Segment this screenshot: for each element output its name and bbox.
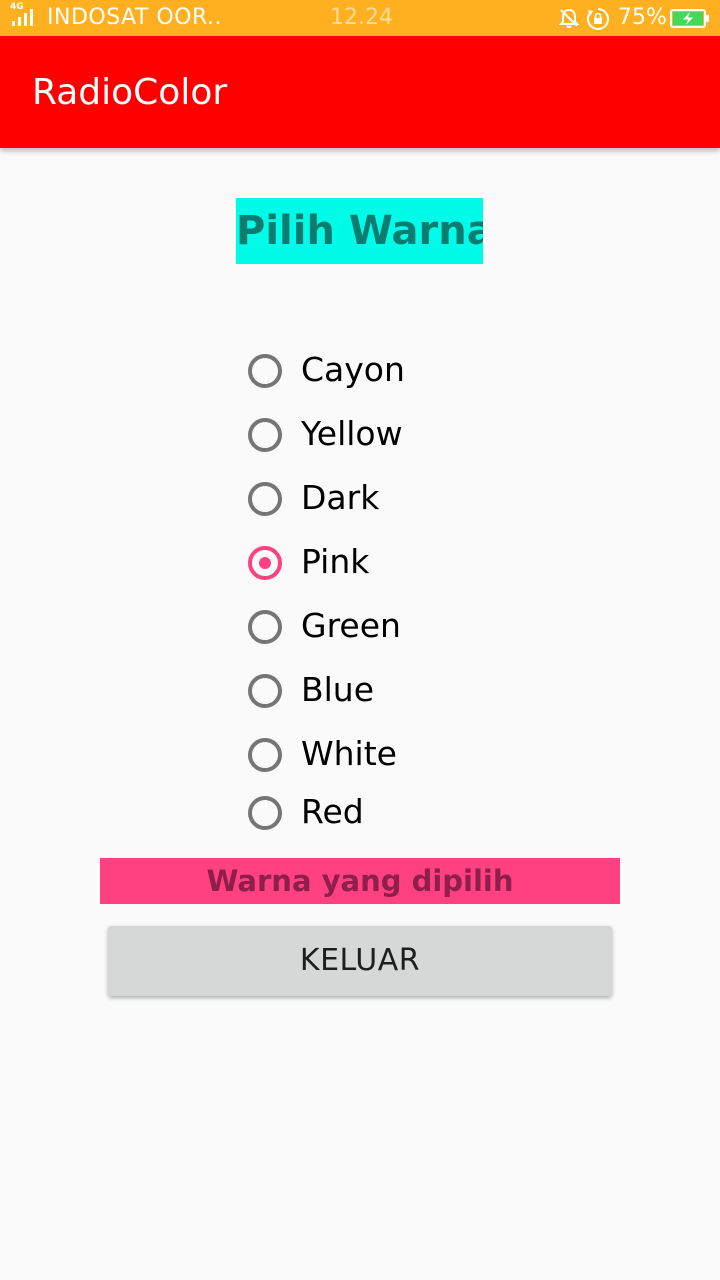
radio-option-cayon[interactable]: Cayon [246, 350, 506, 396]
page-heading: Pilih Warna [236, 198, 483, 264]
app-title: RadioColor [32, 72, 228, 113]
radio-button-icon[interactable] [248, 610, 282, 644]
radio-label[interactable]: Yellow [301, 414, 403, 453]
radio-button-icon[interactable] [248, 674, 282, 708]
status-bar: 4G INDOSAT OOR.. 12.24 75% [0, 0, 720, 36]
radio-option-pink[interactable]: Pink [246, 542, 506, 588]
bell-off-icon [558, 8, 580, 28]
radio-button-icon[interactable] [248, 418, 282, 452]
radio-option-blue[interactable]: Blue [246, 670, 506, 716]
radio-button-icon[interactable] [248, 482, 282, 516]
signal-icon [12, 9, 33, 26]
radio-option-red[interactable]: Red [246, 792, 506, 838]
radio-label[interactable]: Red [301, 792, 364, 831]
app-bar: RadioColor [0, 36, 720, 148]
radio-dot [259, 557, 271, 569]
selected-color-result: Warna yang dipilih [100, 858, 620, 904]
radio-button-checked-icon[interactable] [248, 546, 282, 580]
radio-label[interactable]: Blue [301, 670, 374, 709]
battery-charging-icon [670, 9, 709, 28]
battery-percent: 75% [618, 5, 667, 30]
clock: 12.24 [330, 5, 393, 30]
radio-button-icon[interactable] [248, 354, 282, 388]
radio-option-white[interactable]: White [246, 734, 506, 780]
rotation-lock-icon [587, 8, 609, 30]
radio-button-icon[interactable] [248, 738, 282, 772]
radio-label[interactable]: Pink [301, 542, 369, 581]
radio-label[interactable]: Green [301, 606, 401, 645]
radio-option-yellow[interactable]: Yellow [246, 414, 506, 460]
radio-button-icon[interactable] [248, 796, 282, 830]
radio-label[interactable]: Cayon [301, 350, 405, 389]
radio-option-dark[interactable]: Dark [246, 478, 506, 524]
carrier-name: INDOSAT OOR.. [47, 5, 222, 30]
radio-option-green[interactable]: Green [246, 606, 506, 652]
radio-label[interactable]: White [301, 734, 397, 773]
exit-button[interactable]: KELUAR [108, 926, 612, 996]
radio-label[interactable]: Dark [301, 478, 379, 517]
